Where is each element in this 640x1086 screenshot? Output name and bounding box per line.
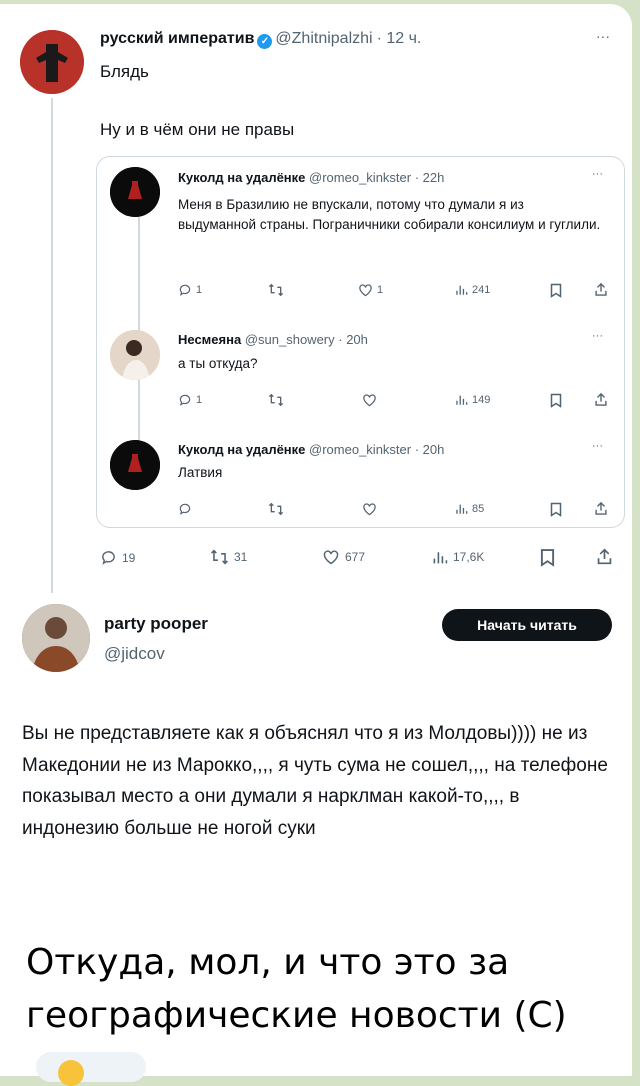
quoted-1-bookmark-icon[interactable] [550, 283, 562, 298]
quoted-2-name[interactable]: Несмеяна [178, 332, 241, 347]
quoted-2-share-icon[interactable] [594, 392, 608, 407]
quoted-2-more-icon[interactable]: ··· [592, 330, 603, 342]
main-reply-count: 19 [122, 550, 136, 565]
quoted-1-text: Меня в Бразилию не впускали, потому что … [178, 197, 601, 232]
quoted-3-text: Латвия [178, 465, 223, 480]
quoted-2-views-count: 149 [472, 393, 491, 406]
quoted-1-views-count: 241 [472, 283, 491, 296]
heart-icon [363, 503, 376, 516]
main-share-icon[interactable] [596, 547, 613, 566]
views-icon [456, 504, 468, 514]
quoted-3-name[interactable]: Куколд на удалёнке [178, 442, 305, 457]
quoted-1-header: Куколд на удалёнке @romeo_kinkster · 22h [178, 170, 444, 185]
main-reply[interactable]: 19 [100, 549, 135, 566]
views-icon [456, 285, 468, 295]
author-handle[interactable]: @Zhitnipalzhi [275, 30, 372, 47]
quoted-2-like[interactable] [362, 393, 381, 407]
reply-icon [102, 551, 115, 565]
quoted-1-more-icon[interactable]: ··· [592, 168, 603, 180]
verified-badge-icon: ✓ [257, 34, 273, 49]
main-bookmark-icon[interactable] [540, 548, 555, 567]
heart-icon [323, 550, 339, 565]
reaction-emoji-icon [58, 1060, 84, 1086]
quoted-2-bookmark-icon[interactable] [550, 393, 562, 408]
reply-icon [179, 503, 191, 515]
main-views-count: 17,6K [453, 550, 485, 564]
post-caption: Откуда, мол, и что это за географические… [26, 942, 567, 1036]
tweet-time[interactable]: · 12 ч. [377, 30, 422, 47]
quoted-1-like-count: 1 [377, 284, 384, 296]
tweet-text-line2: Ну и в чём они не правы [100, 120, 295, 139]
quoted-3-handle[interactable]: @romeo_kinkster [309, 442, 411, 457]
author-name[interactable]: русский императив [100, 30, 254, 47]
quoted-2-text: а ты откуда? [178, 356, 258, 371]
reaction-chip[interactable] [36, 1052, 146, 1082]
quoted-1-share-icon[interactable] [594, 282, 608, 297]
views-icon [433, 552, 448, 564]
quoted-3-share-icon[interactable] [594, 501, 608, 516]
more-options-icon[interactable]: ··· [596, 28, 610, 44]
quoted-1-retweet[interactable] [268, 283, 288, 297]
quoted-3-like[interactable] [362, 502, 381, 516]
avatar-nesmeyana[interactable] [110, 330, 160, 380]
quoted-2-views[interactable]: 149 [455, 393, 490, 406]
quoted-1-reply[interactable]: 1 [178, 283, 202, 297]
reply-author-name[interactable]: party pooper [104, 614, 208, 634]
quoted-3-more-icon[interactable]: ··· [592, 440, 603, 452]
quoted-2-reply-count: 1 [196, 394, 203, 406]
quoted-2-handle[interactable]: @sun_showery [245, 332, 335, 347]
avatar-party-pooper[interactable] [22, 604, 90, 672]
quoted-1-time[interactable]: · 22h [415, 170, 445, 185]
quoted-1-reply-count: 1 [196, 284, 203, 296]
avatar-kukold[interactable] [110, 167, 160, 217]
main-retweet[interactable]: 31 [210, 549, 247, 565]
heart-icon [363, 394, 376, 407]
reply-icon [179, 284, 191, 296]
reply-author-handle[interactable]: @jidcov [104, 644, 165, 664]
main-retweet-count: 31 [234, 550, 248, 564]
reply-tweet-text: Вы не представляете как я объяснял что я… [22, 723, 608, 839]
retweet-icon [268, 502, 284, 516]
quoted-2-retweet[interactable] [268, 393, 288, 407]
quoted-1-handle[interactable]: @romeo_kinkster [309, 170, 411, 185]
quoted-2-reply[interactable]: 1 [178, 393, 202, 407]
retweet-icon [268, 283, 284, 297]
quoted-2-header: Несмеяна @sun_showery · 20h [178, 332, 368, 347]
retweet-icon [268, 393, 284, 407]
views-icon [456, 395, 468, 405]
avatar-kukold-2[interactable] [110, 440, 160, 490]
quoted-3-time[interactable]: · 20h [415, 442, 445, 457]
avatar-russkiy-imperativ[interactable] [20, 30, 84, 94]
follow-button[interactable]: Начать читать [442, 609, 612, 641]
quoted-3-views[interactable]: 85 [455, 502, 484, 515]
quoted-3-retweet[interactable] [268, 502, 288, 516]
tweet-text-line1: Блядь [100, 62, 149, 81]
quoted-3-reply[interactable] [178, 502, 196, 516]
main-like-count: 677 [345, 550, 366, 564]
quoted-1-name[interactable]: Куколд на удалёнке [178, 170, 305, 185]
thread-line [51, 98, 53, 593]
main-views[interactable]: 17,6K [432, 549, 484, 565]
retweet-icon [211, 549, 228, 565]
main-like[interactable]: 677 [322, 549, 365, 565]
heart-icon [359, 284, 372, 297]
quoted-3-views-count: 85 [472, 502, 485, 515]
quoted-3-bookmark-icon[interactable] [550, 502, 562, 517]
quoted-1-views[interactable]: 241 [455, 283, 490, 296]
quoted-3-header: Куколд на удалёнке @romeo_kinkster · 20h [178, 442, 444, 457]
quoted-2-time[interactable]: · 20h [338, 332, 368, 347]
reply-icon [179, 394, 191, 406]
main-tweet-header: русский императив ✓ @Zhitnipalzhi · 12 ч. [100, 30, 421, 49]
quoted-1-like[interactable]: 1 [358, 283, 383, 297]
